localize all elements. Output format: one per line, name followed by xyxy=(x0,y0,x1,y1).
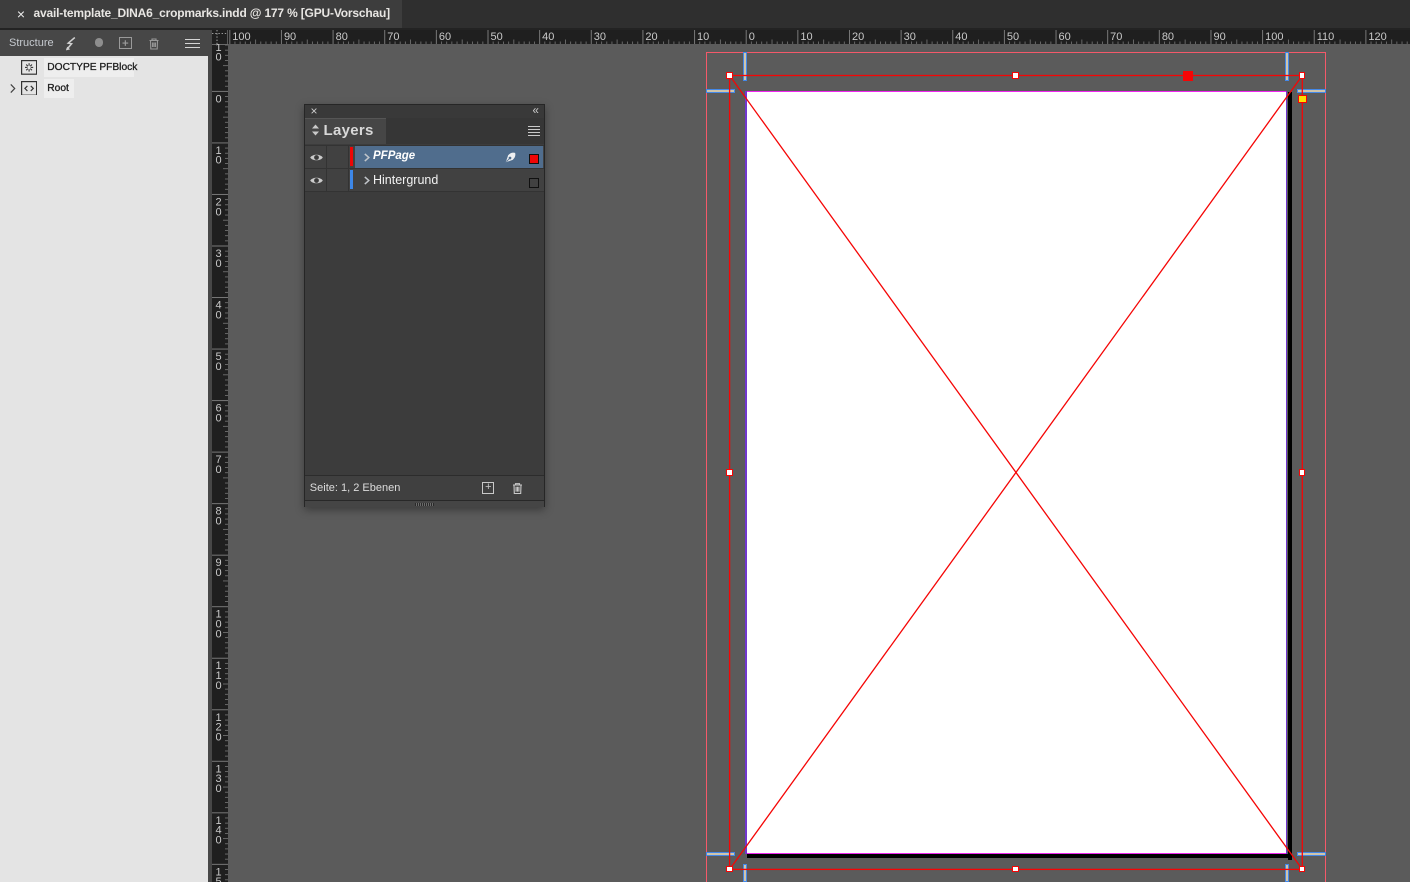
svg-text:10: 10 xyxy=(697,31,709,43)
svg-text:90: 90 xyxy=(1213,31,1225,43)
svg-text:0: 0 xyxy=(215,464,221,476)
svg-text:30: 30 xyxy=(593,31,605,43)
svg-text:60: 60 xyxy=(438,31,450,43)
svg-text:0: 0 xyxy=(215,567,221,579)
svg-text:5: 5 xyxy=(215,876,221,882)
svg-text:40: 40 xyxy=(542,31,554,43)
svg-text:100: 100 xyxy=(1265,31,1283,43)
svg-text:0: 0 xyxy=(215,52,221,64)
svg-text:0: 0 xyxy=(215,309,221,321)
svg-text:110: 110 xyxy=(1316,31,1334,43)
svg-text:50: 50 xyxy=(1006,31,1018,43)
svg-text:0: 0 xyxy=(215,783,221,795)
svg-text:0: 0 xyxy=(215,628,221,640)
svg-text:50: 50 xyxy=(490,31,502,43)
svg-text:60: 60 xyxy=(1058,31,1070,43)
svg-text:0: 0 xyxy=(215,258,221,270)
svg-text:30: 30 xyxy=(903,31,915,43)
svg-text:10: 10 xyxy=(800,31,812,43)
svg-text:0: 0 xyxy=(215,834,221,846)
svg-text:70: 70 xyxy=(1110,31,1122,43)
svg-text:0: 0 xyxy=(215,93,221,105)
svg-text:0: 0 xyxy=(215,361,221,373)
svg-text:0: 0 xyxy=(215,155,221,167)
svg-text:20: 20 xyxy=(851,31,863,43)
svg-text:80: 80 xyxy=(335,31,347,43)
svg-text:120: 120 xyxy=(1368,31,1386,43)
svg-text:0: 0 xyxy=(215,412,221,424)
svg-text:0: 0 xyxy=(215,515,221,527)
svg-text:0: 0 xyxy=(215,731,221,743)
svg-text:100: 100 xyxy=(232,31,250,43)
svg-text:0: 0 xyxy=(215,680,221,692)
svg-text:80: 80 xyxy=(1161,31,1173,43)
svg-text:20: 20 xyxy=(645,31,657,43)
svg-text:40: 40 xyxy=(955,31,967,43)
svg-text:0: 0 xyxy=(215,206,221,218)
svg-text:0: 0 xyxy=(748,31,754,43)
svg-text:70: 70 xyxy=(387,31,399,43)
svg-text:90: 90 xyxy=(283,31,295,43)
